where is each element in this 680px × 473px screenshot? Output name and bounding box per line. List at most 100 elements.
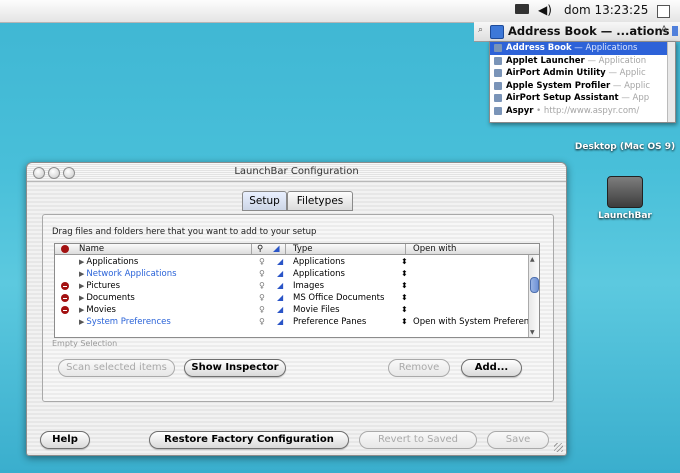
row-name-text: Applications <box>86 257 139 267</box>
row-type: Applications <box>293 257 345 267</box>
sort-indicator-icon[interactable]: ◢ <box>273 244 280 254</box>
flag-icon[interactable]: ◢ <box>277 256 283 268</box>
launchbar-title: Address Book — ...ations <box>508 24 670 38</box>
add-button[interactable]: Add... <box>461 359 522 377</box>
table-header: Name ⚲ ◢ Type Open with <box>55 244 539 255</box>
popup-arrows-icon[interactable]: ⬍ <box>401 268 408 280</box>
disk-icon <box>607 176 643 208</box>
remove-column-icon <box>61 245 69 253</box>
table-row[interactable]: ▶ Pictures ♀ ◢ Images ⬍ <box>55 280 529 292</box>
drag-hint: Drag files and folders here that you wan… <box>52 227 317 237</box>
launchbar-result[interactable]: AirPort Admin Utility — Applic <box>490 67 675 80</box>
application-icon <box>494 94 502 102</box>
table-row[interactable]: ▶ Network Applications ♀ ◢ Applications ⬍ <box>55 268 529 280</box>
save-button[interactable]: Save <box>487 431 549 449</box>
display-icon[interactable] <box>515 4 529 14</box>
column-separator <box>285 244 286 254</box>
abbreviation-icon: A <box>661 25 668 35</box>
tab-setup[interactable]: Setup <box>242 191 287 211</box>
popup-arrows-icon[interactable]: ⬍ <box>401 292 408 304</box>
lightbulb-icon[interactable]: ♀ <box>259 304 265 316</box>
launchbar-bar[interactable]: ⌕ Address Book — ...ations A <box>474 22 680 42</box>
disclosure-triangle-icon[interactable]: ▶ <box>79 282 84 290</box>
application-icon <box>494 69 502 77</box>
popup-arrows-icon[interactable]: ⬍ <box>401 304 408 316</box>
launchbar-scroll-icon <box>672 26 678 36</box>
restore-factory-configuration-button[interactable]: Restore Factory Configuration <box>149 431 349 449</box>
disclosure-triangle-icon[interactable]: ▶ <box>79 270 84 278</box>
disclosure-triangle-icon[interactable]: ▶ <box>79 306 84 314</box>
search-column-icon[interactable]: ⚲ <box>257 244 263 254</box>
disclosure-triangle-icon[interactable]: ▶ <box>79 318 84 326</box>
popup-arrows-icon[interactable]: ⬍ <box>401 316 408 328</box>
resize-grip-icon[interactable] <box>554 443 563 452</box>
row-name: ▶ Movies <box>79 304 116 316</box>
row-name-text: Pictures <box>86 281 121 291</box>
table-row[interactable]: ▶ Documents ♀ ◢ MS Office Documents ⬍ <box>55 292 529 304</box>
launchbar-result[interactable]: Aspyr • http://www.aspyr.com/ <box>490 105 675 118</box>
row-name: ▶ Network Applications <box>79 268 177 280</box>
remove-item-icon[interactable] <box>61 306 69 314</box>
clock[interactable]: dom 13:23:25 <box>564 3 648 17</box>
row-name: ▶ Applications <box>79 256 138 268</box>
table-row[interactable]: ▶ Applications ♀ ◢ Applications ⬍ <box>55 256 529 268</box>
column-name[interactable]: Name <box>79 244 104 254</box>
help-button[interactable]: Help <box>40 431 90 449</box>
scroll-down-arrow-icon[interactable]: ▼ <box>530 329 535 336</box>
row-name-text: Network Applications <box>86 269 177 279</box>
desktop-icon-launchbar[interactable]: LaunchBar <box>590 176 660 221</box>
popup-arrows-icon[interactable]: ⬍ <box>401 280 408 292</box>
row-name-text: Movies <box>86 305 116 315</box>
launchbar-search-icon: ⌕ <box>478 25 484 35</box>
remove-item-icon[interactable] <box>61 282 69 290</box>
scan-selected-items-button[interactable]: Scan selected items <box>58 359 175 377</box>
column-type[interactable]: Type <box>293 244 313 254</box>
lightbulb-icon[interactable]: ♀ <box>259 316 265 328</box>
table-row[interactable]: ▶ Movies ♀ ◢ Movie Files ⬍ <box>55 304 529 316</box>
bookmark-icon <box>494 106 502 115</box>
launchbar-result[interactable]: AirPort Setup Assistant — App <box>490 92 675 105</box>
show-inspector-button[interactable]: Show Inspector <box>184 359 286 377</box>
launchbar-configuration-window: LaunchBar Configuration Setup Filetypes … <box>26 162 567 456</box>
flag-icon[interactable]: ◢ <box>277 280 283 292</box>
lightbulb-icon[interactable]: ♀ <box>259 280 265 292</box>
launchbar-result[interactable]: Apple System Profiler — Applic <box>490 80 675 93</box>
desktop: ◀) dom 13:23:25 ⌕ Address Book — ...atio… <box>0 0 680 473</box>
setup-table[interactable]: Name ⚲ ◢ Type Open with ▶ Applications ♀ … <box>54 243 540 338</box>
application-icon <box>494 56 502 65</box>
disclosure-triangle-icon[interactable]: ▶ <box>79 294 84 302</box>
desktop-icon-label: Desktop (Mac OS 9) <box>574 142 676 152</box>
flag-icon[interactable]: ◢ <box>277 292 283 304</box>
desktop-icon-mac-os-9[interactable]: Desktop (Mac OS 9) <box>572 138 678 152</box>
scroll-up-arrow-icon[interactable]: ▲ <box>530 256 535 263</box>
launchbar-scrollbar[interactable] <box>667 42 675 122</box>
flag-icon[interactable]: ◢ <box>277 316 283 328</box>
popup-arrows-icon[interactable]: ⬍ <box>401 256 408 268</box>
lightbulb-icon[interactable]: ♀ <box>259 268 265 280</box>
lightbulb-icon[interactable]: ♀ <box>259 292 265 304</box>
launchbar-result[interactable]: Applet Launcher — Application <box>490 55 675 68</box>
remove-button[interactable]: Remove <box>388 359 450 377</box>
disclosure-triangle-icon[interactable]: ▶ <box>79 258 84 266</box>
flag-icon[interactable]: ◢ <box>277 268 283 280</box>
window-title: LaunchBar Configuration <box>234 166 359 177</box>
row-type: Movie Files <box>293 305 340 315</box>
speaker-icon[interactable]: ◀) <box>538 3 552 17</box>
column-open-with[interactable]: Open with <box>413 244 456 254</box>
flag-icon[interactable]: ◢ <box>277 304 283 316</box>
table-row[interactable]: ▶ System Preferences ♀ ◢ Preference Panes… <box>55 316 529 328</box>
column-separator <box>251 244 252 254</box>
launchbar-result[interactable]: Address Book — Applications <box>490 42 675 55</box>
revert-to-saved-button[interactable]: Revert to Saved <box>359 431 477 449</box>
title-bar[interactable]: LaunchBar Configuration <box>27 163 566 182</box>
tab-filetypes[interactable]: Filetypes <box>287 191 353 211</box>
launchbar-results-list: Address Book — Applications Applet Launc… <box>489 41 676 123</box>
lightbulb-icon[interactable]: ♀ <box>259 256 265 268</box>
document-icon[interactable] <box>657 5 670 18</box>
address-book-icon <box>490 25 504 39</box>
table-scrollbar[interactable]: ▲ ▼ <box>528 255 539 337</box>
desktop-icon-label: LaunchBar <box>598 211 652 221</box>
row-type: MS Office Documents <box>293 293 385 303</box>
scroll-thumb[interactable] <box>530 277 539 293</box>
remove-item-icon[interactable] <box>61 294 69 302</box>
